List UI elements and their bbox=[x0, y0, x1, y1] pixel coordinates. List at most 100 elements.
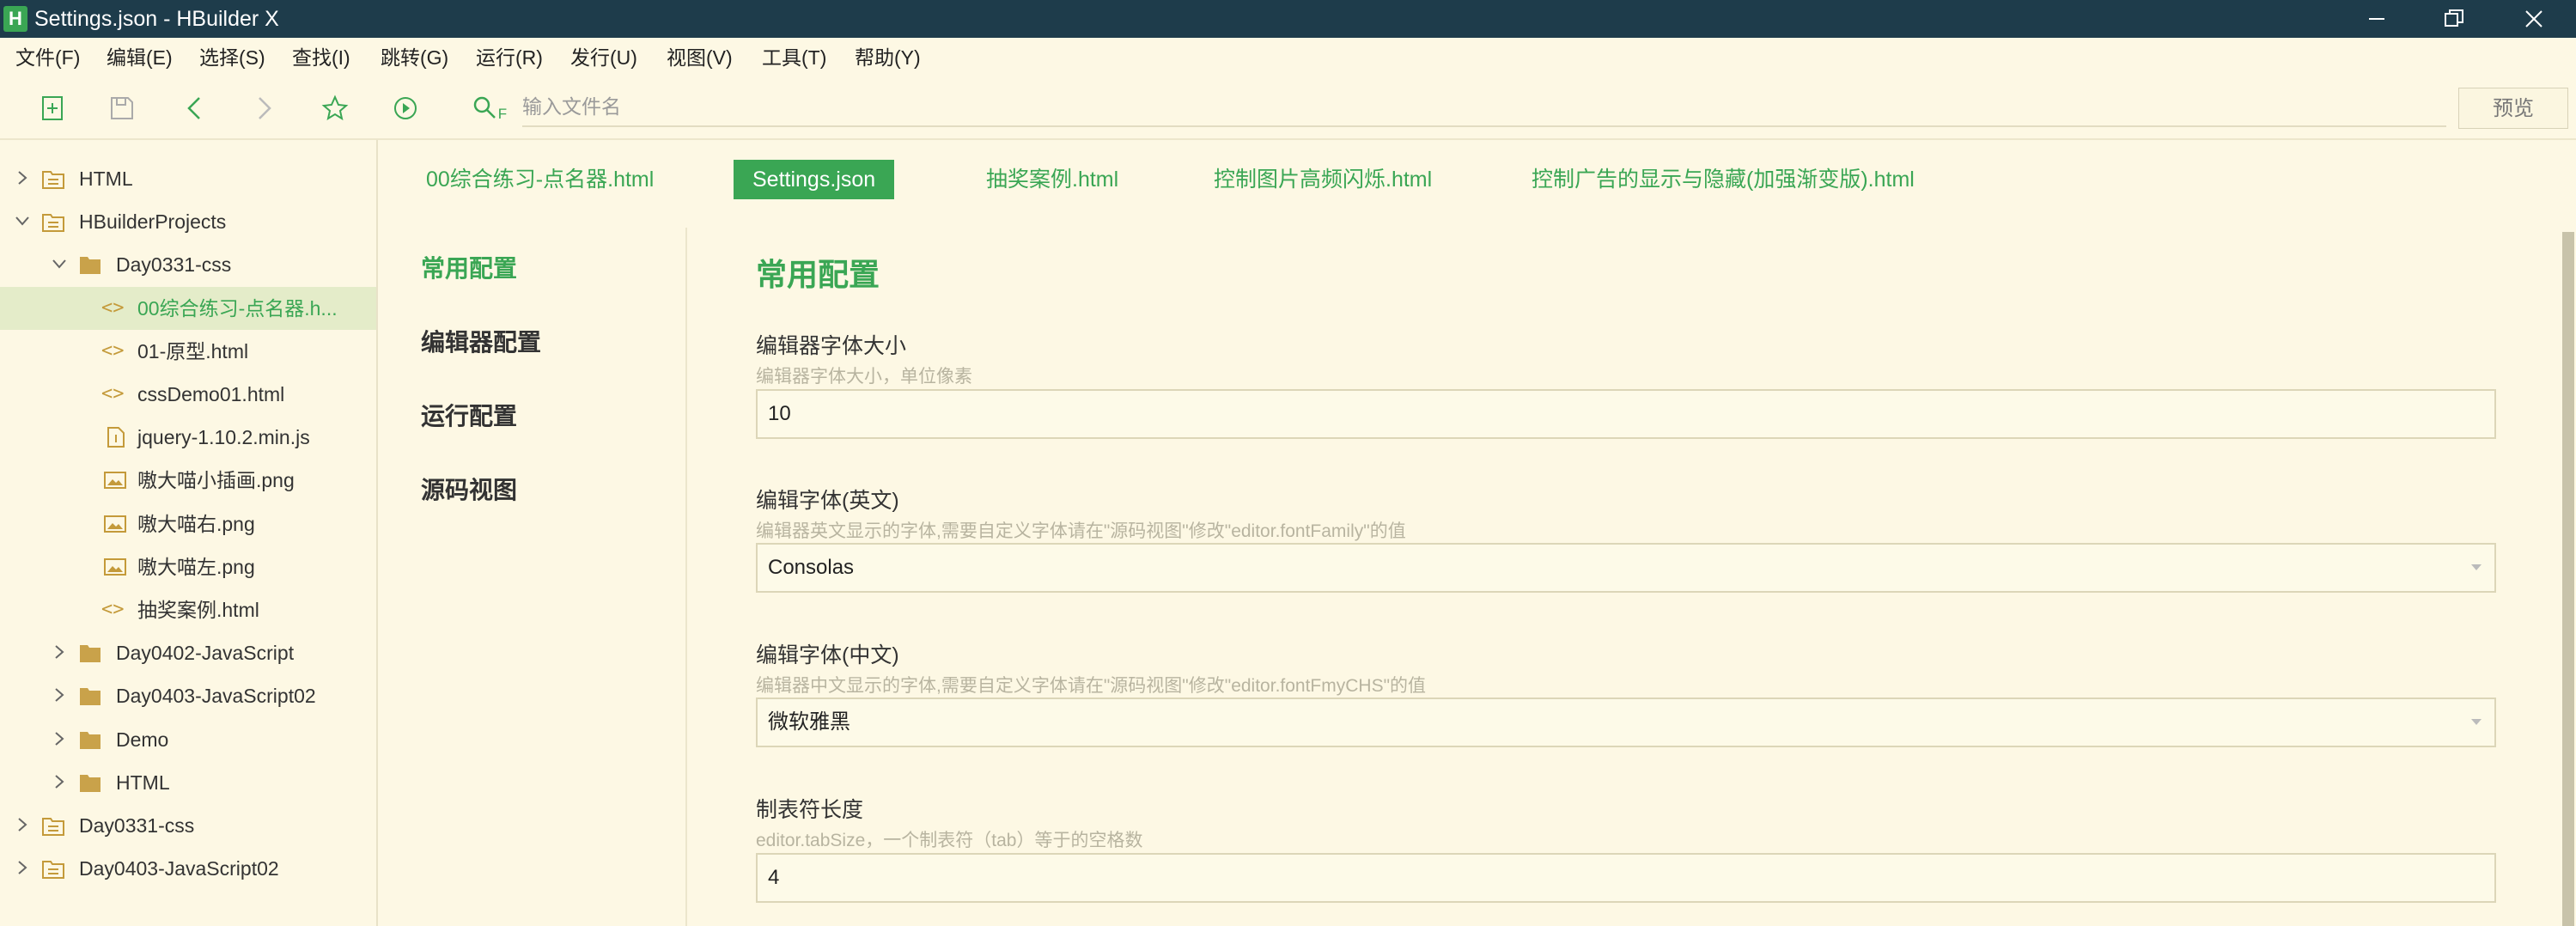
tree-item[interactable]: <> 00综合练习-点名器.h... bbox=[0, 286, 376, 330]
tab-image-flash[interactable]: 控制图片高频闪烁.html bbox=[1195, 160, 1451, 199]
tree-item[interactable]: Day0403-JavaScript02 bbox=[0, 674, 376, 717]
js-file-icon bbox=[107, 427, 125, 448]
folder-icon bbox=[80, 688, 100, 706]
menu-publish[interactable]: 发行(U) bbox=[570, 38, 637, 77]
new-file-button[interactable] bbox=[36, 91, 70, 125]
settings-nav-editor[interactable]: 编辑器配置 bbox=[421, 324, 541, 358]
menu-file[interactable]: 文件(F) bbox=[15, 38, 80, 77]
chevron-right-icon[interactable] bbox=[49, 728, 70, 749]
preview-button[interactable]: 预览 bbox=[2458, 88, 2568, 129]
search-icon-suffix: F bbox=[497, 106, 508, 122]
tree-item-label: HBuilderProjects bbox=[79, 210, 227, 234]
menu-find[interactable]: 查找(I) bbox=[292, 38, 350, 77]
tree-item-label: 抽奖案例.html bbox=[137, 599, 259, 621]
tree-item[interactable]: 嗷大喵小插画.png bbox=[0, 459, 376, 502]
settings-nav-run[interactable]: 运行配置 bbox=[421, 398, 517, 432]
tree-item[interactable]: Day0331-css bbox=[0, 804, 376, 847]
tree-item[interactable]: <> cssDemo01.html bbox=[0, 373, 376, 416]
favorite-star-icon bbox=[321, 94, 349, 121]
tree-item[interactable]: jquery-1.10.2.min.js bbox=[0, 416, 376, 459]
title-bar: H Settings.json - HBuilder X bbox=[0, 0, 2576, 38]
tree-item-label: Day0331-css bbox=[116, 253, 232, 277]
menu-goto[interactable]: 跳转(G) bbox=[381, 38, 448, 77]
forward-button[interactable] bbox=[247, 91, 282, 125]
chevron-right-icon[interactable] bbox=[49, 771, 70, 792]
tree-item-label: HTML bbox=[116, 771, 170, 794]
run-button[interactable] bbox=[388, 91, 423, 125]
font-en-select[interactable]: Consolas bbox=[756, 543, 2496, 593]
tree-item[interactable]: Day0331-css bbox=[0, 243, 376, 286]
search-file-button[interactable]: F bbox=[464, 91, 515, 125]
tree-item[interactable]: 嗷大喵右.png bbox=[0, 503, 376, 545]
tab-size-label: 制表符长度 bbox=[756, 798, 864, 822]
tab-size-input[interactable] bbox=[756, 853, 2496, 903]
back-button[interactable] bbox=[177, 91, 211, 125]
file-search-input[interactable] bbox=[522, 88, 2446, 127]
tree-item[interactable]: HTML bbox=[0, 157, 376, 200]
folder-icon bbox=[80, 257, 100, 275]
chevron-right-icon[interactable] bbox=[12, 168, 33, 188]
chevron-down-icon[interactable] bbox=[49, 253, 70, 274]
tree-item-label: Day0402-JavaScript bbox=[116, 642, 295, 665]
restore-button[interactable] bbox=[2415, 0, 2493, 38]
settings-content: 常用配置 编辑器字体大小 编辑器字体大小，单位像素 编辑字体(英文) 编辑器英文… bbox=[687, 228, 2551, 926]
settings-nav-source[interactable]: 源码视图 bbox=[421, 472, 517, 506]
tree-item-label: Day0403-JavaScript02 bbox=[116, 685, 316, 708]
tree-item-label: cssDemo01.html bbox=[137, 383, 285, 405]
tree-item[interactable]: 嗷大喵左.png bbox=[0, 545, 376, 588]
tab-ad-toggle[interactable]: 控制广告的显示与隐藏(加强渐变版).html bbox=[1513, 160, 1934, 199]
search-file-icon bbox=[473, 96, 496, 119]
project-explorer: HTML HBuilderProjects Day0331-css <> 00综合练习-… bbox=[0, 140, 378, 926]
tree-item[interactable]: Day0402-JavaScript bbox=[0, 631, 376, 674]
menu-view[interactable]: 视图(V) bbox=[667, 38, 733, 77]
chevron-right-icon[interactable] bbox=[49, 685, 70, 705]
menu-bar: 文件(F) 编辑(E) 选择(S) 查找(I) 跳转(G) 运行(R) 发行(U… bbox=[0, 38, 2576, 77]
tab-choujiang[interactable]: 抽奖案例.html bbox=[967, 160, 1137, 199]
font-en-desc: 编辑器英文显示的字体,需要自定义字体请在"源码视图"修改"editor.font… bbox=[756, 521, 1406, 541]
section-title: 常用配置 bbox=[756, 257, 880, 292]
tab-settings-json[interactable]: Settings.json bbox=[734, 160, 895, 199]
scrollbar-thumb[interactable] bbox=[2562, 232, 2574, 926]
close-button[interactable] bbox=[2495, 0, 2573, 38]
favorite-button[interactable] bbox=[318, 91, 352, 125]
html-file-icon: <> bbox=[101, 296, 125, 319]
chevron-right-icon[interactable] bbox=[49, 642, 70, 662]
restore-icon bbox=[2445, 9, 2463, 27]
save-button[interactable] bbox=[105, 91, 139, 125]
chevron-right-icon[interactable] bbox=[12, 814, 33, 835]
font-cn-value: 微软雅黑 bbox=[768, 710, 850, 734]
menu-run[interactable]: 运行(R) bbox=[476, 38, 543, 77]
editor-tabs: 00综合练习-点名器.html Settings.json 抽奖案例.html … bbox=[378, 160, 2576, 206]
close-icon bbox=[2525, 10, 2543, 27]
font-cn-desc: 编辑器中文显示的字体,需要自定义字体请在"源码视图"修改"editor.font… bbox=[756, 676, 1427, 696]
tree-item[interactable]: Day0403-JavaScript02 bbox=[0, 847, 376, 890]
font-size-input[interactable] bbox=[756, 389, 2496, 439]
chevron-down-icon[interactable] bbox=[12, 210, 33, 231]
menu-select[interactable]: 选择(S) bbox=[199, 38, 265, 77]
minimize-button[interactable] bbox=[2338, 0, 2415, 38]
menu-tools[interactable]: 工具(T) bbox=[762, 38, 826, 77]
tree-item[interactable]: Demo bbox=[0, 718, 376, 761]
settings-nav-common[interactable]: 常用配置 bbox=[421, 250, 517, 284]
tree-item-label: Day0331-css bbox=[79, 814, 195, 837]
tree-item-label: HTML bbox=[79, 168, 133, 190]
chevron-right-icon[interactable] bbox=[12, 857, 33, 878]
chevron-down-icon bbox=[2471, 564, 2482, 570]
tree-item-label: 嗷大喵左.png bbox=[137, 555, 255, 578]
menu-edit[interactable]: 编辑(E) bbox=[107, 38, 173, 77]
html-file-icon: <> bbox=[101, 599, 125, 620]
menu-help[interactable]: 帮助(Y) bbox=[855, 38, 921, 77]
tab-00-dianmingqi[interactable]: 00综合练习-点名器.html bbox=[407, 160, 673, 199]
font-cn-select[interactable]: 微软雅黑 bbox=[756, 698, 2496, 747]
tree-item[interactable]: HBuilderProjects bbox=[0, 200, 376, 243]
tree-item-label: 嗷大喵右.png bbox=[137, 512, 255, 535]
tree-item-label: jquery-1.10.2.min.js bbox=[137, 426, 310, 449]
tree-item[interactable]: <> 抽奖案例.html bbox=[0, 588, 376, 631]
project-folder-icon bbox=[42, 214, 64, 233]
chevron-down-icon bbox=[2471, 719, 2482, 725]
hbuilder-logo-icon: H bbox=[3, 6, 27, 32]
tree-item[interactable]: HTML bbox=[0, 761, 376, 804]
tree-item[interactable]: <> 01-原型.html bbox=[0, 330, 376, 373]
run-icon bbox=[394, 97, 417, 119]
project-folder-icon bbox=[42, 861, 64, 880]
